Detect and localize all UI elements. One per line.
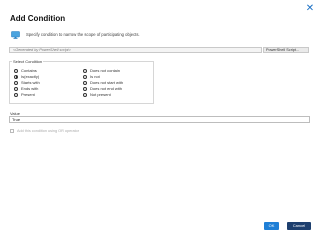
radio-button-selected[interactable]: [14, 74, 18, 79]
monitor-icon: [11, 31, 20, 39]
radio-label: Is not: [90, 74, 100, 79]
close-icon[interactable]: ✕: [304, 3, 316, 15]
select-condition-label: Select Condition: [12, 59, 44, 64]
checkbox[interactable]: [10, 129, 14, 133]
radio-label: Not present: [90, 92, 111, 97]
radio-button[interactable]: [14, 86, 18, 91]
radio-is-exactly[interactable]: Is(exactly): [14, 74, 39, 79]
dialog-title: Add Condition: [10, 14, 66, 23]
radio-label: Present: [21, 92, 35, 97]
radio-button[interactable]: [83, 74, 87, 79]
radio-contains[interactable]: Contains: [14, 68, 37, 73]
radio-button[interactable]: [83, 92, 87, 97]
or-operator-checkbox[interactable]: Add this condition using OR operator: [10, 129, 79, 133]
radio-is-not[interactable]: Is not: [83, 74, 100, 79]
radio-button[interactable]: [14, 92, 18, 97]
radio-label: Ends with: [21, 86, 39, 91]
dialog-subtitle: Specify condition to narrow the scope of…: [26, 32, 140, 37]
add-condition-dialog: ✕ Add Condition Specify condition to nar…: [0, 0, 320, 240]
radio-label: Is(exactly): [21, 74, 40, 79]
radio-does-not-start-with[interactable]: Does not start with: [83, 80, 123, 85]
radio-starts-with[interactable]: Starts with: [14, 80, 40, 85]
radio-button[interactable]: [83, 86, 87, 91]
cancel-button[interactable]: Cancel: [287, 222, 311, 230]
radio-label: Does not contain: [90, 68, 121, 73]
radio-does-not-end-with[interactable]: Does not end with: [83, 86, 122, 91]
radio-button[interactable]: [14, 68, 18, 73]
radio-label: Does not start with: [90, 80, 124, 85]
radio-does-not-contain[interactable]: Does not contain: [83, 68, 120, 73]
radio-button[interactable]: [83, 68, 87, 73]
checkbox-label: Add this condition using OR operator: [17, 129, 80, 133]
radio-label: Starts with: [21, 80, 40, 85]
ok-button[interactable]: OK: [264, 222, 279, 230]
value-input[interactable]: True: [9, 116, 310, 123]
radio-button[interactable]: [14, 80, 18, 85]
radio-present[interactable]: Present: [14, 92, 35, 97]
identity-field[interactable]: <Generated by PowerShell script>: [9, 47, 262, 53]
radio-not-present[interactable]: Not present: [83, 92, 111, 97]
radio-ends-with[interactable]: Ends with: [14, 86, 38, 91]
radio-label: Does not end with: [90, 86, 123, 91]
radio-label: Contains: [21, 68, 37, 73]
identity-type-dropdown[interactable]: PowerShell Script...: [263, 47, 309, 53]
radio-button[interactable]: [83, 80, 87, 85]
